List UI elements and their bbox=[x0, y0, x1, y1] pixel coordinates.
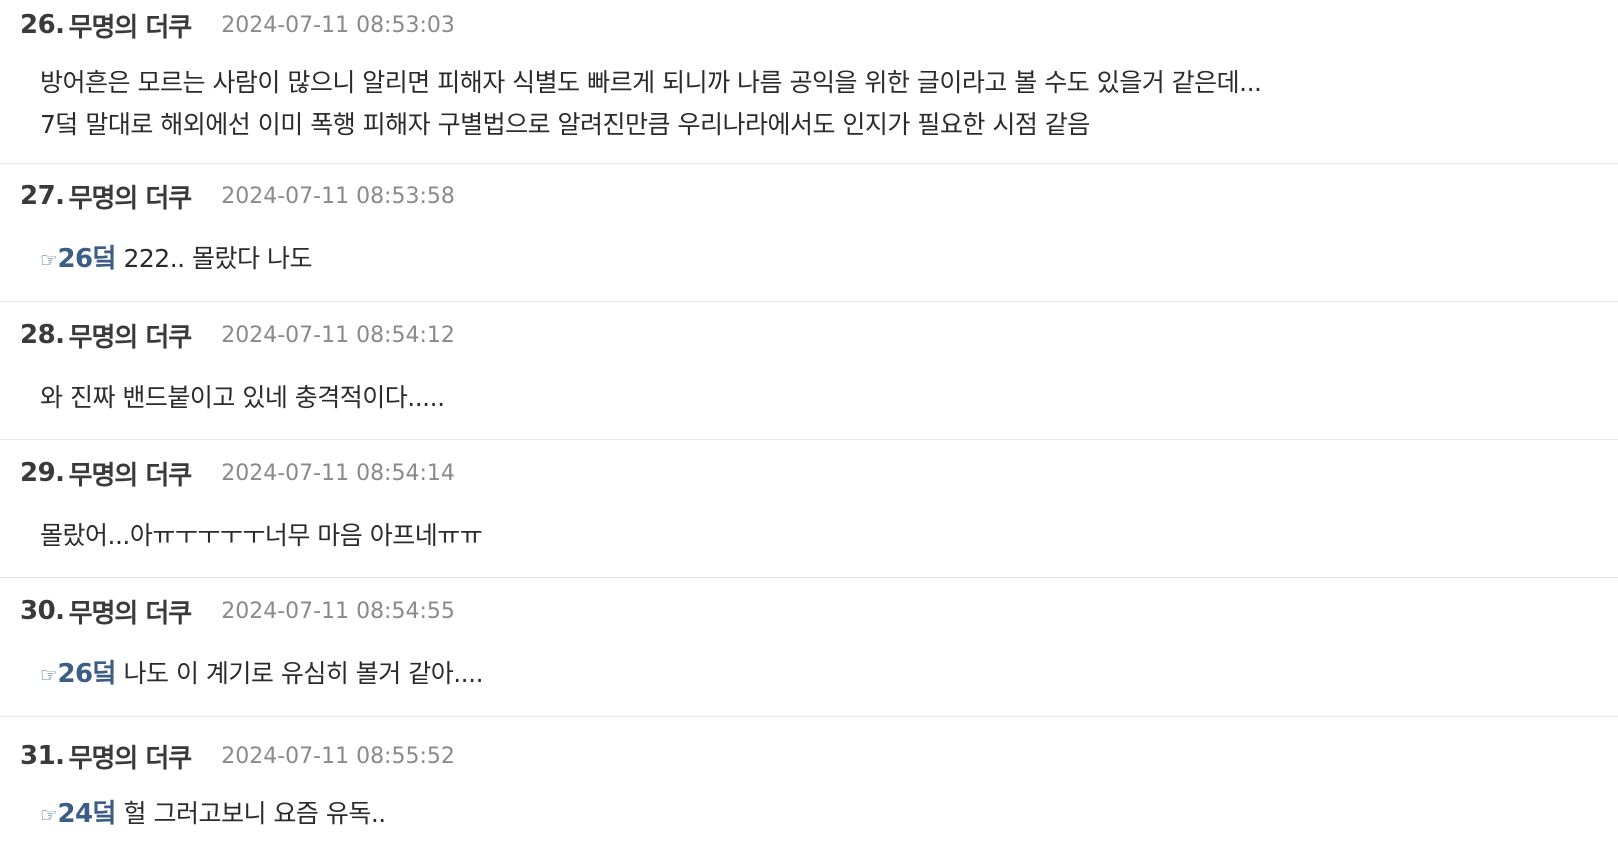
comment-text: 와 진짜 밴드붙이고 있네 충격적이다..... bbox=[40, 383, 445, 412]
comment-time: 2024-07-11 08:54:12 bbox=[221, 322, 455, 348]
comment-author: 무명의 더쿠 bbox=[68, 743, 193, 774]
pointing-hand-icon: ☞ bbox=[40, 663, 58, 687]
reply-anchor-link[interactable]: 26덬 bbox=[57, 659, 116, 689]
comment-number[interactable]: 27. bbox=[20, 181, 65, 211]
comment-header: 26. 무명의 더쿠 2024-07-11 08:53:03 bbox=[20, 8, 455, 43]
reply-line: ☞26덬 222.. 몰랐다 나도 bbox=[40, 244, 312, 274]
comment-text: 방어흔은 모르는 사람이 많으니 알리면 피해자 식별도 빠르게 되니까 나름 … bbox=[40, 68, 1262, 97]
reply-line: ☞26덬 나도 이 계기로 유심히 볼거 같아.... bbox=[40, 659, 484, 689]
comment-item: 27. 무명의 더쿠 2024-07-11 08:53:58 ☞26덬 222.… bbox=[0, 164, 1618, 302]
reply-anchor-link[interactable]: 26덬 bbox=[57, 244, 116, 274]
comment-body: 몰랐어...아ㅠㅜㅜㅜㅜ너무 마음 아프네ㅠㅠ bbox=[40, 515, 1578, 557]
comment-body: ☞24덬 헐 그러고보니 요즘 유독.. bbox=[40, 793, 1578, 836]
comment-text: 7덬 말대로 해외에선 이미 폭행 피해자 구별법으로 알려진만큼 우리나라에서… bbox=[40, 110, 1090, 139]
comment-body: ☞26덬 나도 이 계기로 유심히 볼거 같아.... bbox=[40, 653, 1578, 696]
reply-line: ☞24덬 헐 그러고보니 요즘 유독.. bbox=[40, 799, 386, 829]
comment-body: 방어흔은 모르는 사람이 많으니 알리면 피해자 식별도 빠르게 되니까 나름 … bbox=[40, 62, 1578, 146]
comment-number[interactable]: 28. bbox=[20, 320, 65, 350]
comment-time: 2024-07-11 08:53:58 bbox=[221, 183, 455, 209]
comment-time: 2024-07-11 08:54:14 bbox=[221, 460, 455, 486]
comment-text: 헐 그러고보니 요즘 유독.. bbox=[116, 799, 386, 828]
comment-header: 29. 무명의 더쿠 2024-07-11 08:54:14 bbox=[20, 456, 455, 491]
pointing-hand-icon: ☞ bbox=[40, 248, 58, 272]
comment-time: 2024-07-11 08:54:55 bbox=[221, 598, 455, 624]
comment-body: 와 진짜 밴드붙이고 있네 충격적이다..... bbox=[40, 377, 1578, 419]
comment-number[interactable]: 29. bbox=[20, 458, 65, 488]
comment-time: 2024-07-11 08:53:03 bbox=[221, 12, 455, 38]
comment-header: 28. 무명의 더쿠 2024-07-11 08:54:12 bbox=[20, 318, 455, 353]
pointing-hand-icon: ☞ bbox=[40, 803, 58, 827]
comment-time: 2024-07-11 08:55:52 bbox=[221, 743, 455, 769]
comment-item: 31. 무명의 더쿠 2024-07-11 08:55:52 ☞24덬 헐 그러… bbox=[0, 717, 1618, 868]
comment-author: 무명의 더쿠 bbox=[68, 183, 193, 214]
comment-item: 30. 무명의 더쿠 2024-07-11 08:54:55 ☞26덬 나도 이… bbox=[0, 578, 1618, 717]
comment-number[interactable]: 30. bbox=[20, 596, 65, 626]
comment-author: 무명의 더쿠 bbox=[68, 12, 193, 43]
comment-item: 26. 무명의 더쿠 2024-07-11 08:53:03 방어흔은 모르는 … bbox=[0, 0, 1618, 164]
comment-header: 30. 무명의 더쿠 2024-07-11 08:54:55 bbox=[20, 594, 455, 629]
comment-number[interactable]: 26. bbox=[20, 10, 65, 40]
comment-header: 27. 무명의 더쿠 2024-07-11 08:53:58 bbox=[20, 179, 455, 214]
comment-number[interactable]: 31. bbox=[20, 741, 65, 771]
comment-item: 28. 무명의 더쿠 2024-07-11 08:54:12 와 진짜 밴드붙이… bbox=[0, 302, 1618, 440]
comment-text: 몰랐어...아ㅠㅜㅜㅜㅜ너무 마음 아프네ㅠㅠ bbox=[40, 521, 483, 550]
comment-author: 무명의 더쿠 bbox=[68, 598, 193, 629]
comment-author: 무명의 더쿠 bbox=[68, 322, 193, 353]
comment-header: 31. 무명의 더쿠 2024-07-11 08:55:52 bbox=[20, 739, 455, 774]
comment-item: 29. 무명의 더쿠 2024-07-11 08:54:14 몰랐어...아ㅠㅜ… bbox=[0, 440, 1618, 578]
comment-body: ☞26덬 222.. 몰랐다 나도 bbox=[40, 238, 1578, 281]
comment-author: 무명의 더쿠 bbox=[68, 460, 193, 491]
comment-list: 26. 무명의 더쿠 2024-07-11 08:53:03 방어흔은 모르는 … bbox=[0, 0, 1618, 868]
comment-text: 나도 이 계기로 유심히 볼거 같아.... bbox=[116, 659, 484, 688]
reply-anchor-link[interactable]: 24덬 bbox=[57, 799, 116, 829]
comment-text: 222.. 몰랐다 나도 bbox=[116, 244, 312, 273]
